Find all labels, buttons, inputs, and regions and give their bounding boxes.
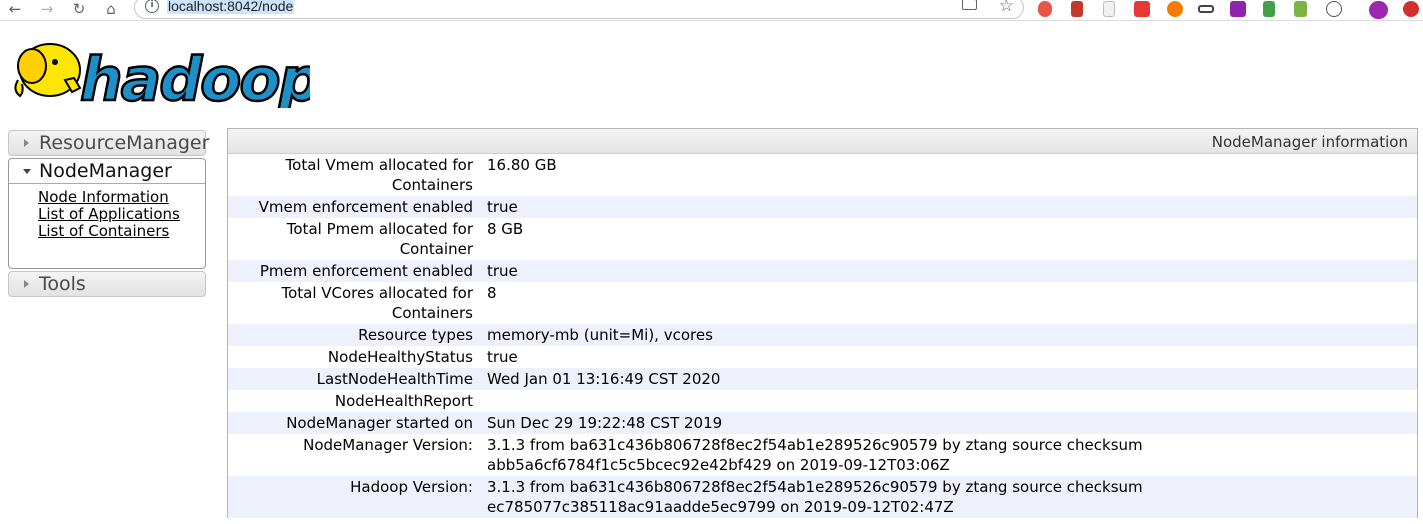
row-key: Total Pmem allocated for Container [286,220,473,258]
nodemanager-info-table: NodeManager information Total Vmem alloc… [227,128,1418,518]
sidebar-resourcemanager[interactable]: ResourceManager [8,130,210,156]
expanded-arrow-icon [23,169,31,174]
download-icon[interactable] [1294,1,1307,17]
table-row: Hadoop Version: 3.1.3 from ba631c436b806… [228,476,1417,518]
url-text[interactable]: localhost:8042/node [167,0,295,14]
home-icon[interactable]: ⌂ [100,0,122,18]
row-value [487,390,1412,391]
table-row: Total Pmem allocated for Container 8 GB [228,218,1417,260]
bookmark-star-icon[interactable]: ☆ [999,0,1014,16]
collapsed-arrow-icon [24,280,29,288]
cast-icon[interactable] [962,0,977,10]
site-info-icon[interactable]: i [145,0,159,13]
browser-toolbar: ← → ↻ ⌂ i localhost:8042/node ☆ [0,0,1423,21]
table-row: Pmem enforcement enabled true [228,260,1417,282]
row-value: Wed Jan 01 13:16:49 CST 2020 [487,370,721,388]
row-value: Sun Dec 29 19:22:48 CST 2019 [487,414,723,432]
table-row: NodeManager Version: 3.1.3 from ba631c43… [228,434,1417,476]
collapsed-arrow-icon [24,139,29,147]
table-row: NodeHealthyStatus true [228,346,1417,368]
row-value: 16.80 GB [487,156,557,174]
reload-icon[interactable]: ↻ [68,0,90,18]
link-list-of-containers[interactable]: List of Containers [38,222,169,240]
extension-icon[interactable] [1038,1,1052,17]
sidebar-resourcemanager-label: ResourceManager [39,132,210,154]
extension-icon[interactable] [1263,1,1275,17]
table-row: NodeHealthReport [228,390,1417,412]
row-key: LastNodeHealthTime [316,370,473,388]
row-value: 8 [487,284,497,302]
extension-icon[interactable] [1103,1,1115,17]
sidebar-nodemanager-label: NodeManager [39,160,172,182]
row-key: Hadoop Version: [350,478,473,496]
sidebar-nodemanager: NodeManager Node Information List of App… [8,158,206,269]
sidebar-tools[interactable]: Tools [8,271,206,297]
sidebar-nodemanager-header[interactable]: NodeManager [9,159,205,184]
table-row: Resource types memory-mb (unit=Mi), vcor… [228,324,1417,346]
extension-icon[interactable] [1326,1,1342,17]
info-table-caption: NodeManager information [228,129,1417,154]
extension-icon[interactable] [1198,5,1214,13]
row-key: NodeHealthyStatus [327,348,473,366]
back-arrow-icon[interactable]: ← [4,0,26,18]
row-value: true [487,348,518,366]
svg-text:hadoop: hadoop [80,45,310,108]
row-key: Resource types [358,326,473,344]
link-node-information[interactable]: Node Information [38,188,169,206]
row-value: 3.1.3 from ba631c436b806728f8ec2f54ab1e2… [487,436,1143,474]
extension-icon[interactable] [1167,1,1183,17]
row-value: true [487,198,518,216]
profile-avatar[interactable] [1369,1,1388,19]
row-value: memory-mb (unit=Mi), vcores [487,326,713,344]
extension-icon[interactable] [1134,1,1150,17]
table-row: Vmem enforcement enabled true [228,196,1417,218]
extension-icon[interactable] [1403,1,1419,17]
row-key: Total VCores allocated for Containers [281,284,473,322]
row-key: Pmem enforcement enabled [259,262,473,280]
row-key: NodeManager Version: [303,436,473,454]
row-value: true [487,262,518,280]
table-row: Total VCores allocated for Containers 8 [228,282,1417,324]
extension-icon[interactable] [1071,1,1083,17]
table-row: Total Vmem allocated for Containers 16.8… [228,154,1417,196]
row-value: 3.1.3 from ba631c436b806728f8ec2f54ab1e2… [487,478,1143,516]
row-key: Total Vmem allocated for Containers [285,156,473,194]
address-bar[interactable]: i localhost:8042/node ☆ [134,0,1024,19]
table-row: NodeManager started on Sun Dec 29 19:22:… [228,412,1417,434]
row-key: NodeManager started on [286,414,473,432]
table-row: LastNodeHealthTime Wed Jan 01 13:16:49 C… [228,368,1417,390]
extension-icon[interactable] [1230,1,1246,17]
hadoop-logo: hadoop [14,43,310,108]
row-value: 8 GB [487,220,524,238]
forward-arrow-icon[interactable]: → [36,0,58,18]
row-key: NodeHealthReport [334,392,473,410]
row-key: Vmem enforcement enabled [258,198,473,216]
sidebar-tools-label: Tools [39,273,86,295]
link-list-of-applications[interactable]: List of Applications [38,205,180,223]
